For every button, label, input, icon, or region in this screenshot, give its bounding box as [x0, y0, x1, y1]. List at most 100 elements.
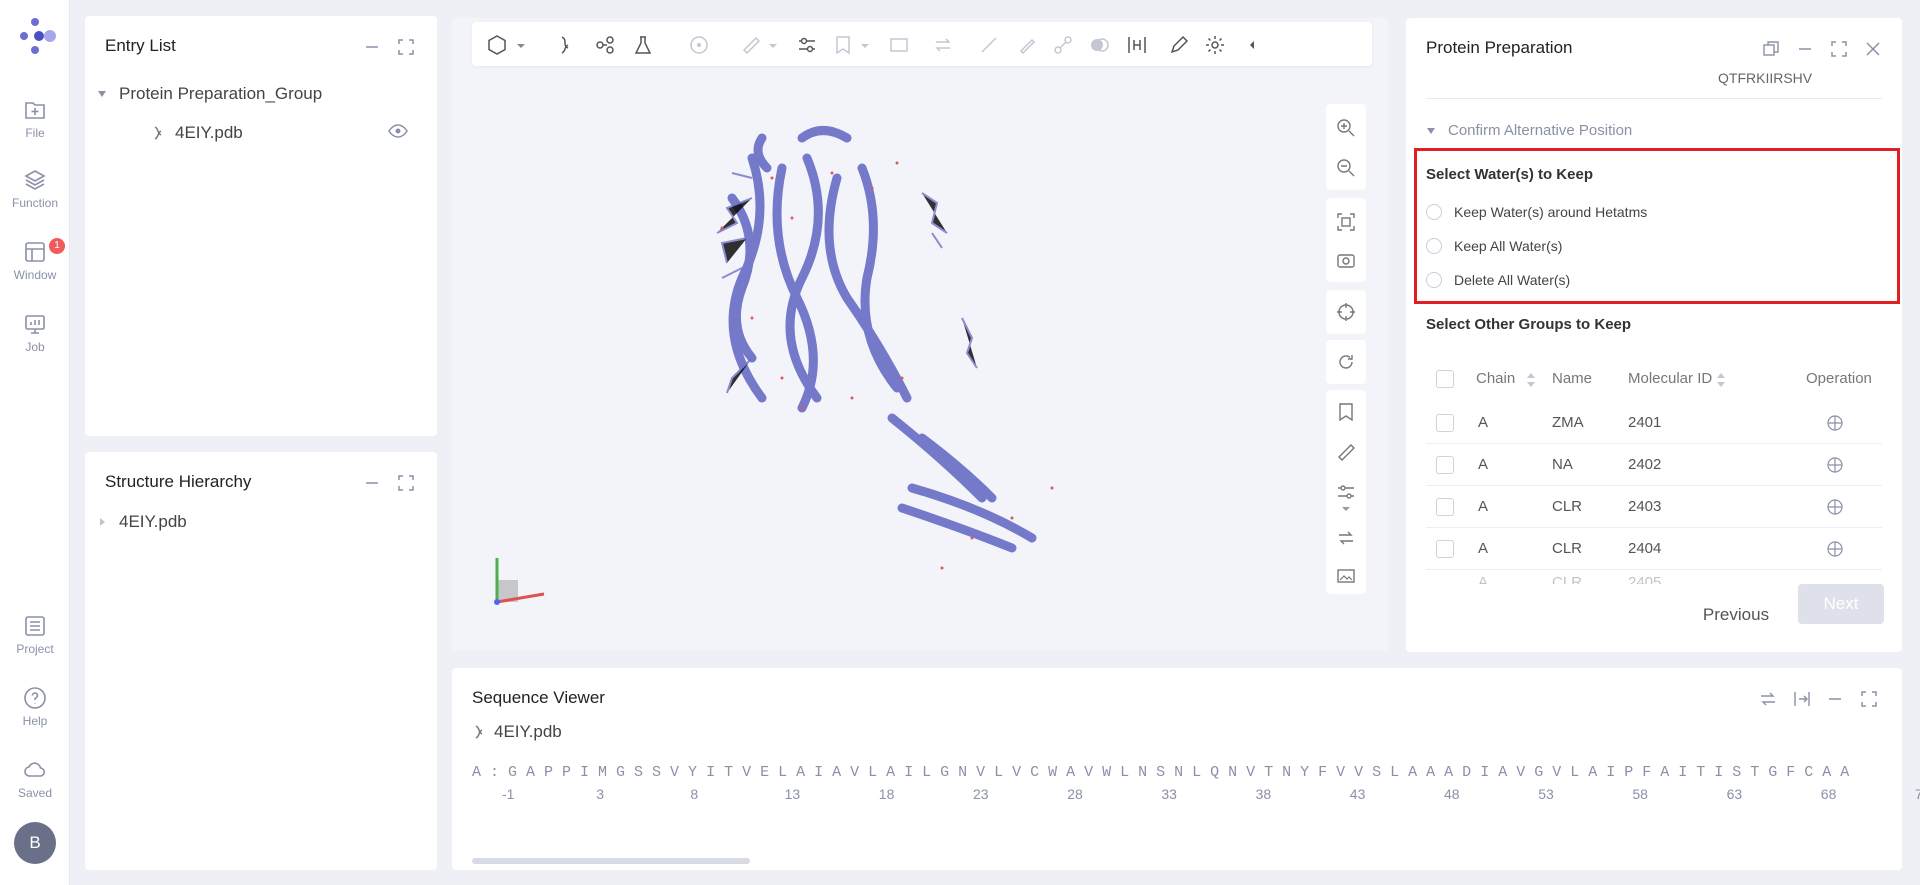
eye-icon[interactable]	[388, 124, 408, 138]
sliders-icon[interactable]	[796, 34, 818, 56]
maximize-icon[interactable]	[397, 474, 415, 492]
chevron-down-icon[interactable]	[762, 34, 784, 56]
maximize-icon[interactable]	[1860, 690, 1878, 708]
surface-icon[interactable]	[1088, 34, 1110, 56]
rail-window[interactable]: Window 1	[0, 238, 70, 282]
swap-icon[interactable]	[1758, 690, 1778, 708]
copy-icon[interactable]	[1762, 40, 1780, 58]
minimize-icon[interactable]	[1796, 40, 1814, 58]
rail-project-label: Project	[16, 642, 54, 656]
sequence-file: 4EIY.pdb	[472, 722, 562, 742]
rail-function[interactable]: Function	[0, 168, 70, 210]
hydrogen-icon[interactable]	[1126, 34, 1148, 56]
avatar[interactable]: B	[14, 822, 56, 864]
col-name: Name	[1552, 370, 1593, 387]
sequence-number: 8	[690, 786, 699, 802]
ruler-icon[interactable]	[1336, 442, 1356, 462]
maximize-icon[interactable]	[1830, 40, 1848, 58]
rail-window-label: Window	[13, 268, 57, 282]
swap-icon[interactable]	[1336, 528, 1356, 548]
col-chain[interactable]: Chain	[1476, 370, 1515, 387]
crosshair-icon[interactable]	[1826, 498, 1844, 516]
minimize-icon[interactable]	[363, 474, 381, 492]
cube-icon[interactable]	[486, 34, 508, 56]
target-icon[interactable]	[688, 34, 710, 56]
flask-icon[interactable]	[632, 34, 654, 56]
molecule-viewer[interactable]	[452, 18, 1388, 650]
crosshair-icon[interactable]	[1826, 540, 1844, 558]
row-checkbox[interactable]	[1436, 540, 1454, 558]
select-all-checkbox[interactable]	[1436, 370, 1454, 388]
sequence-number: 58	[1632, 786, 1648, 802]
tree-file[interactable]: 4EIY.pdb	[151, 123, 243, 143]
ribbon-icon[interactable]	[554, 34, 576, 56]
sequence-number: 48	[1444, 786, 1460, 802]
sequence-number: 63	[1726, 786, 1743, 802]
fit-view-icon[interactable]	[1336, 212, 1356, 232]
rail-function-label: Function	[11, 196, 59, 210]
sequence-number: 3	[596, 786, 604, 802]
minimize-icon[interactable]	[1826, 690, 1844, 708]
collapse-left-icon[interactable]	[1240, 34, 1262, 56]
bookmark-add-icon[interactable]	[1336, 402, 1356, 422]
crosshair-icon[interactable]	[1826, 456, 1844, 474]
rail-file[interactable]: File	[0, 98, 70, 140]
row-name: CLR	[1552, 574, 1583, 584]
minimize-icon[interactable]	[363, 38, 381, 56]
chevron-down-icon[interactable]	[510, 34, 532, 56]
sequence-number: 73	[1915, 786, 1920, 802]
maximize-icon[interactable]	[397, 38, 415, 56]
rail-job[interactable]: Job	[0, 312, 70, 354]
molecule-icon	[475, 725, 483, 739]
crosshair-icon[interactable]	[1336, 302, 1356, 322]
row-checkbox[interactable]	[1436, 456, 1454, 474]
horizontal-scrollbar[interactable]	[472, 858, 750, 864]
sequence-residues[interactable]: A : G A P P I M G S S V Y I T V E L A I …	[472, 764, 1849, 781]
chain-label: A :	[472, 764, 500, 781]
bookmark-icon[interactable]	[832, 34, 854, 56]
zoom-in-icon[interactable]	[1336, 118, 1356, 138]
rail-saved[interactable]: Saved	[0, 758, 70, 800]
confirm-alt-position[interactable]: Confirm Alternative Position	[1426, 122, 1632, 139]
hierarchy-item[interactable]: 4EIY.pdb	[97, 512, 187, 532]
gear-icon[interactable]	[1204, 34, 1226, 56]
molecule-icon	[154, 126, 162, 140]
col-molecular-id[interactable]: Molecular ID	[1628, 370, 1712, 387]
row-chain: A	[1478, 456, 1489, 473]
ruler-icon[interactable]	[740, 34, 762, 56]
layers-icon	[24, 170, 46, 190]
image-icon[interactable]	[888, 34, 910, 56]
image-icon[interactable]	[1336, 566, 1356, 586]
sliders-icon[interactable]	[1336, 482, 1356, 502]
sort-icon[interactable]	[1526, 372, 1536, 388]
hierarchy-label: 4EIY.pdb	[119, 512, 187, 531]
brush-icon[interactable]	[1016, 34, 1038, 56]
sort-icon[interactable]	[1716, 372, 1726, 388]
swap-icon[interactable]	[932, 34, 954, 56]
molecule-icon[interactable]	[594, 34, 616, 56]
window-icon	[25, 242, 45, 262]
row-checkbox[interactable]	[1436, 414, 1454, 432]
caret-down-icon[interactable]	[97, 89, 107, 99]
chevron-down-icon[interactable]	[1336, 502, 1356, 516]
zoom-out-icon[interactable]	[1336, 158, 1356, 178]
previous-button[interactable]: Previous	[1696, 596, 1776, 634]
align-icon[interactable]	[1792, 690, 1812, 708]
cloud-icon	[24, 762, 46, 777]
crosshair-icon[interactable]	[1826, 414, 1844, 432]
row-checkbox[interactable]	[1436, 498, 1454, 516]
pencil-icon[interactable]	[1168, 34, 1190, 56]
rail-help[interactable]: Help	[0, 686, 70, 728]
chevron-down-icon[interactable]	[854, 34, 876, 56]
sequence-number: 38	[1255, 786, 1272, 802]
caret-right-icon[interactable]	[97, 517, 107, 527]
tree-group[interactable]: Protein Preparation_Group	[97, 84, 322, 104]
refresh-icon[interactable]	[1336, 352, 1356, 372]
rail-project[interactable]: Project	[0, 614, 70, 656]
link-nodes-icon[interactable]	[1052, 34, 1074, 56]
close-icon[interactable]	[1864, 40, 1882, 58]
next-button[interactable]: Next	[1798, 584, 1884, 624]
camera-icon[interactable]	[1336, 250, 1356, 270]
protein-structure	[494, 126, 1054, 605]
line-icon[interactable]	[978, 34, 1000, 56]
